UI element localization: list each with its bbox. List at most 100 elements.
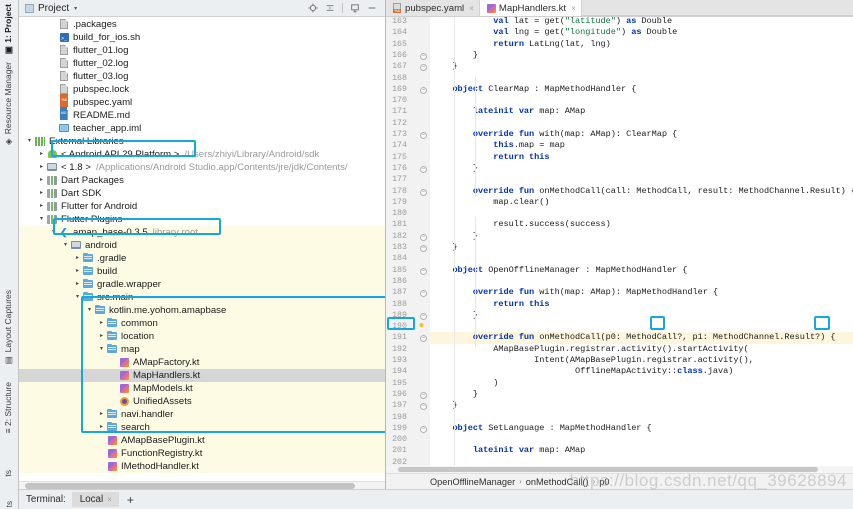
hide-panel-icon[interactable] bbox=[367, 3, 377, 13]
sidebar-item-structure[interactable]: ≡ 2: Structure bbox=[3, 382, 13, 433]
fold-toggle-icon[interactable]: − bbox=[419, 288, 428, 298]
fold-toggle-icon[interactable]: − bbox=[419, 130, 428, 139]
tree-row[interactable]: ▾ src.main bbox=[19, 291, 385, 304]
tree-row[interactable]: · pubspec.lock bbox=[19, 83, 385, 96]
chevron-right-icon[interactable]: ▸ bbox=[73, 252, 82, 265]
line-number-gutter[interactable]: 163 164 165 166 − 167 − 168 169 − 170 171 172 173 − 174… bbox=[386, 17, 430, 473]
fold-toggle-icon[interactable]: − bbox=[419, 266, 428, 275]
tree-row[interactable]: · README.md bbox=[19, 107, 385, 122]
editor-horizontal-scrollbar[interactable] bbox=[386, 466, 853, 473]
chevron-right-icon[interactable]: ▸ bbox=[97, 421, 106, 434]
breadcrumb-item-method[interactable]: onMethodCall() bbox=[526, 477, 589, 487]
chevron-right-icon[interactable]: ▸ bbox=[73, 265, 82, 278]
fold-toggle-icon[interactable]: − bbox=[419, 51, 428, 60]
chevron-down-icon[interactable]: ▾ bbox=[25, 135, 34, 148]
sidebar-item-layout-captures[interactable]: ▥ Layout Captures bbox=[3, 290, 13, 365]
fold-toggle-icon[interactable]: − bbox=[419, 164, 428, 173]
tab-maphandlers-kt[interactable]: MapHandlers.kt × bbox=[479, 0, 582, 16]
fold-toggle-icon[interactable]: − bbox=[419, 62, 428, 72]
chevron-right-icon[interactable]: ▸ bbox=[97, 317, 106, 330]
tree-row[interactable]: · .packages bbox=[19, 18, 385, 31]
tree-row[interactable]: · teacher_app.iml bbox=[19, 122, 385, 135]
chevron-right-icon[interactable]: ▸ bbox=[97, 408, 106, 421]
tree-row[interactable]: · IMethodHandler.kt bbox=[19, 460, 385, 473]
fold-toggle-icon[interactable]: − bbox=[419, 333, 428, 343]
code-editor[interactable]: 163 164 165 166 − 167 − 168 169 − 170 171 172 173 − 174… bbox=[386, 17, 853, 473]
fold-toggle-icon[interactable]: − bbox=[419, 187, 428, 196]
tree-row[interactable]: ▸ location bbox=[19, 330, 385, 343]
terminal-tab-local[interactable]: Local × bbox=[71, 492, 119, 507]
breadcrumb-item-parameter[interactable]: p0 bbox=[599, 477, 609, 487]
sidebar-item-project[interactable]: ▣ 1: Project bbox=[3, 4, 13, 55]
tree-row[interactable]: ▸ common bbox=[19, 317, 385, 330]
tree-row[interactable]: · AMapBasePlugin.kt bbox=[19, 434, 385, 447]
close-icon[interactable]: × bbox=[571, 4, 576, 13]
scrollbar-thumb[interactable] bbox=[398, 467, 818, 472]
tree-row[interactable]: ▸ gradle.wrapper bbox=[19, 278, 385, 291]
add-terminal-button[interactable]: + bbox=[119, 494, 142, 506]
fold-toggle-icon[interactable]: − bbox=[419, 311, 428, 320]
tree-row[interactable]: · MapModels.kt bbox=[19, 382, 385, 395]
project-tree-scroll[interactable]: · .packages · build_for_ios.sh · flutter_01.l… bbox=[19, 17, 385, 481]
tree-row[interactable]: ▸ Dart SDK bbox=[19, 187, 385, 200]
tree-row[interactable]: · build_for_ios.sh bbox=[19, 31, 385, 46]
tab-pubspec-yaml[interactable]: pubspec.yaml × bbox=[386, 0, 480, 16]
tree-row[interactable]: ▾ kotlin.me.yohom.amapbase bbox=[19, 304, 385, 317]
chevron-down-icon[interactable]: ▾ bbox=[61, 239, 70, 252]
fold-toggle-icon[interactable]: − bbox=[419, 424, 428, 433]
chevron-down-icon[interactable]: ▾ bbox=[73, 291, 82, 304]
intention-bulb-icon[interactable]: ● bbox=[416, 320, 427, 331]
tree-row[interactable]: ▸ Dart Packages bbox=[19, 174, 385, 187]
chevron-right-icon[interactable]: ▸ bbox=[37, 148, 46, 161]
project-tree-horizontal-scrollbar[interactable] bbox=[19, 481, 385, 489]
fold-toggle-icon[interactable]: − bbox=[419, 85, 428, 94]
tree-row[interactable]: ▸ navi.handler bbox=[19, 408, 385, 421]
collapse-all-icon[interactable] bbox=[325, 3, 335, 13]
scrollbar-thumb[interactable] bbox=[25, 483, 355, 489]
chevron-down-icon[interactable]: ▾ bbox=[74, 5, 77, 12]
chevron-right-icon[interactable]: ▸ bbox=[73, 278, 82, 291]
close-icon[interactable]: × bbox=[107, 495, 112, 504]
chevron-right-icon[interactable]: ▸ bbox=[37, 187, 46, 200]
fold-toggle-icon[interactable]: − bbox=[419, 390, 428, 399]
chevron-right-icon[interactable]: ▸ bbox=[37, 174, 46, 187]
tree-row[interactable]: ▾ Flutter Plugins bbox=[19, 213, 385, 226]
chevron-right-icon[interactable]: ▸ bbox=[37, 161, 46, 174]
tree-row[interactable]: · pubspec.yaml bbox=[19, 94, 385, 109]
tree-row[interactable]: ▸ < Android API 29 Platform > /Users/zhiyi… bbox=[19, 148, 385, 161]
chevron-down-icon[interactable]: ▾ bbox=[97, 343, 106, 356]
settings-gear-icon[interactable] bbox=[350, 3, 360, 13]
tree-row[interactable]: · flutter_03.log bbox=[19, 70, 385, 83]
tree-row[interactable]: ▾ ❮ amap_base-0.3.5 library root bbox=[19, 226, 385, 239]
tree-row[interactable]: · AMapFactory.kt bbox=[19, 356, 385, 369]
fold-toggle-icon[interactable]: − bbox=[419, 401, 428, 411]
tree-row[interactable]: · flutter_01.log bbox=[19, 44, 385, 57]
fold-toggle-icon[interactable]: − bbox=[419, 232, 428, 241]
sidebar-item-favorites[interactable]: ts bbox=[3, 470, 13, 477]
fold-toggle-icon[interactable]: − bbox=[419, 243, 428, 252]
tree-row[interactable]: · MapHandlers.kt bbox=[19, 369, 385, 382]
tree-row[interactable]: ▸ < 1.8 > /Applications/Android Studio.app… bbox=[19, 161, 385, 174]
tree-row[interactable]: ▸ Flutter for Android bbox=[19, 200, 385, 213]
breadcrumb-item-class[interactable]: OpenOfflineManager bbox=[430, 477, 515, 487]
sidebar-item-favorites-label: ts bbox=[3, 470, 13, 477]
locate-icon[interactable] bbox=[308, 3, 318, 13]
tree-row[interactable]: · FunctionRegistry.kt bbox=[19, 447, 385, 460]
tree-row[interactable]: · UnifiedAssets bbox=[19, 395, 385, 408]
chevron-right-icon[interactable]: ▸ bbox=[97, 330, 106, 343]
chevron-down-icon[interactable]: ▾ bbox=[49, 226, 58, 239]
chevron-down-icon[interactable]: ▾ bbox=[85, 304, 94, 317]
project-panel-title-group[interactable]: Project ▾ bbox=[25, 3, 77, 14]
close-icon[interactable]: × bbox=[469, 4, 474, 13]
tree-row[interactable]: ▾ map bbox=[19, 343, 385, 356]
tree-row[interactable]: ▸ build bbox=[19, 265, 385, 278]
tree-row[interactable]: ▾ External Libraries bbox=[19, 135, 385, 148]
tree-row[interactable]: ▾ android bbox=[19, 239, 385, 252]
chevron-right-icon[interactable]: ▸ bbox=[37, 200, 46, 213]
code-text-surface[interactable]: val lat = get("latitude") as Double val … bbox=[430, 17, 853, 473]
tree-row[interactable]: ▸ search bbox=[19, 421, 385, 434]
chevron-down-icon[interactable]: ▾ bbox=[37, 213, 46, 226]
tree-row[interactable]: ▸ .gradle bbox=[19, 252, 385, 265]
tree-row[interactable]: · flutter_02.log bbox=[19, 57, 385, 70]
sidebar-item-resource-manager[interactable]: ◈ Resource Manager bbox=[3, 62, 13, 147]
